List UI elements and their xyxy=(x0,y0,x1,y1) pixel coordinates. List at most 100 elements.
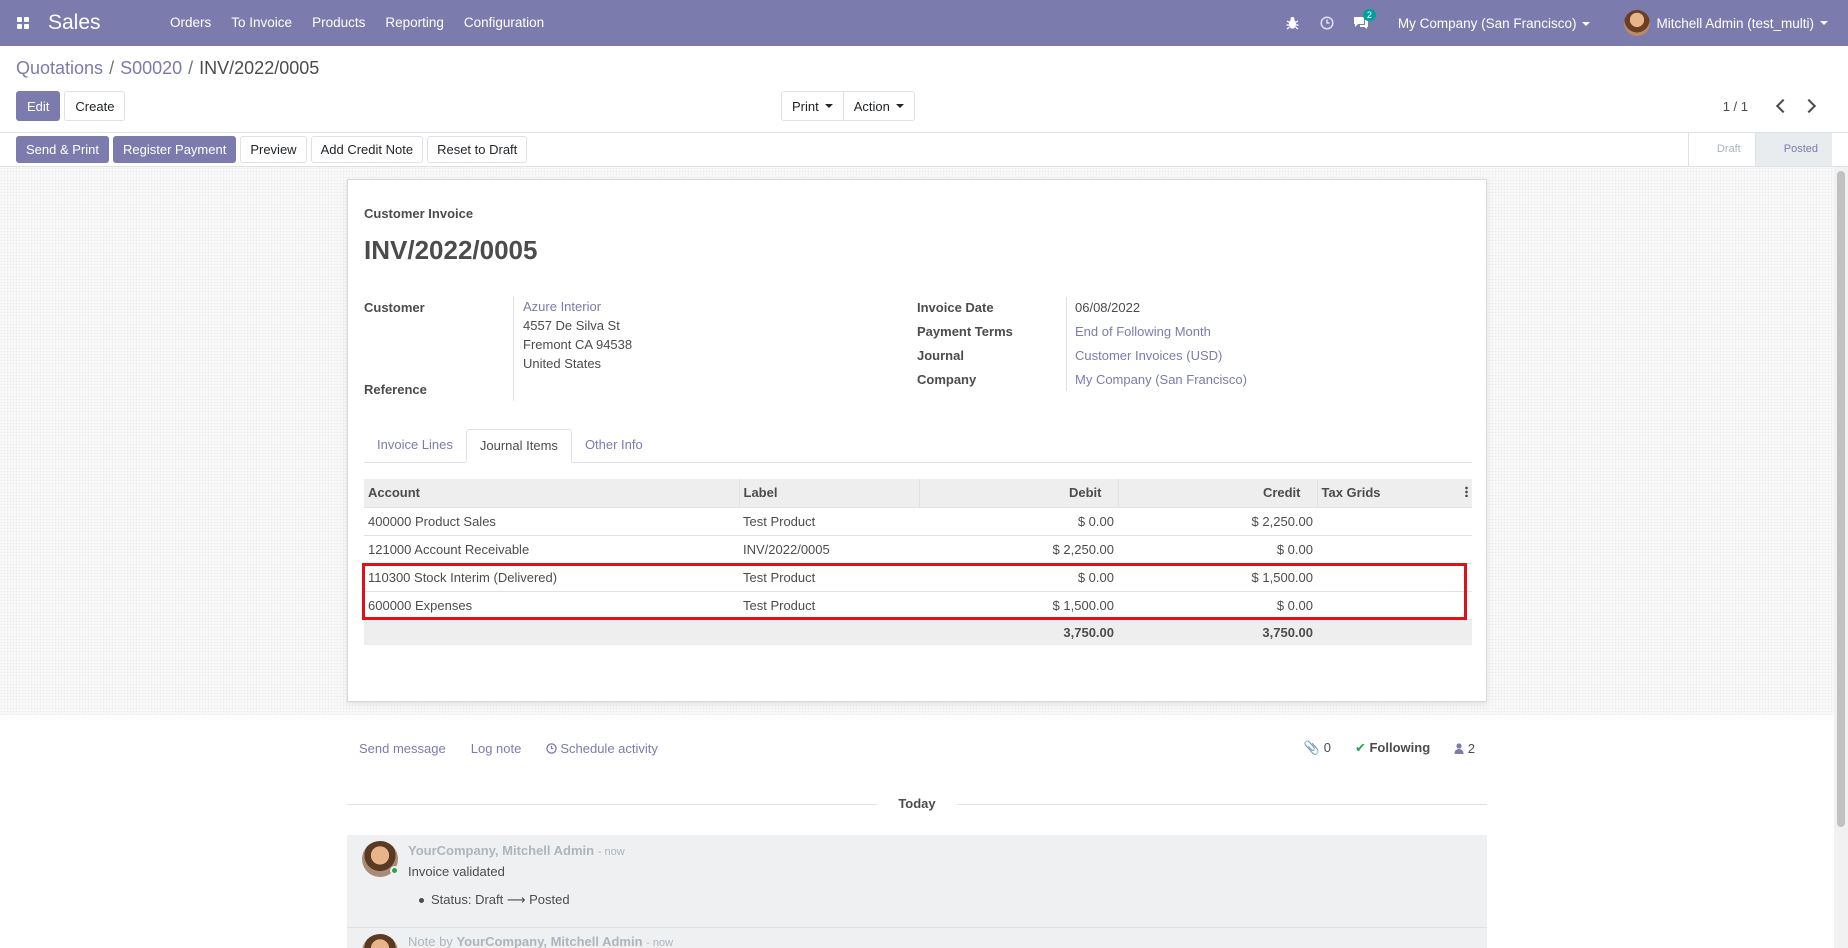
edit-button[interactable]: Edit xyxy=(16,91,61,121)
author-avatar[interactable] xyxy=(362,934,398,948)
breadcrumb-order[interactable]: S00020 xyxy=(120,58,182,78)
note-prefix: Note by xyxy=(408,934,453,948)
following-button[interactable]: ✔ Following xyxy=(1355,740,1430,756)
table-row[interactable]: 600000 Expenses Test Product $ 1,500.00 … xyxy=(364,590,1472,619)
chevron-right-icon[interactable] xyxy=(1801,98,1817,114)
company-value[interactable]: My Company (San Francisco) xyxy=(1075,372,1247,387)
cell-debit: $ 1,500.00 xyxy=(919,590,1118,619)
optional-columns-icon[interactable] xyxy=(1465,486,1468,498)
apps-icon[interactable] xyxy=(0,0,46,46)
preview-button[interactable]: Preview xyxy=(240,136,307,163)
create-button[interactable]: Create xyxy=(64,91,126,121)
total-credit: 3,750.00 xyxy=(1118,618,1317,645)
customer-link[interactable]: Azure Interior xyxy=(523,299,601,314)
cell-credit: $ 0.00 xyxy=(1118,534,1317,563)
scrollbar[interactable] xyxy=(1834,167,1848,948)
header-tax-grids-label: Tax Grids xyxy=(1321,485,1381,501)
cell-debit: $ 0.00 xyxy=(919,562,1118,591)
following-label: Following xyxy=(1369,740,1431,755)
menu-reporting[interactable]: Reporting xyxy=(375,0,454,46)
tracking-value: Status: Draft ⟶ Posted xyxy=(419,892,570,907)
caret-down-icon xyxy=(1820,21,1828,25)
breadcrumb-separator: / xyxy=(109,58,115,78)
navbar-systray: 2 My Company (San Francisco) Mitchell Ad… xyxy=(1276,0,1848,46)
payment-terms-value[interactable]: End of Following Month xyxy=(1075,324,1211,339)
cell-label: Test Product xyxy=(739,506,919,535)
chatter-message: YourCompany, Mitchell Admin - now Invoic… xyxy=(347,835,1487,927)
action-dropdown[interactable]: Action xyxy=(843,91,915,121)
cell-credit: $ 0.00 xyxy=(1118,590,1317,619)
date-separator: Today xyxy=(347,796,1487,812)
stage-draft: Draft xyxy=(1687,133,1755,166)
attachments-button[interactable]: 📎 0 xyxy=(1304,740,1331,756)
chat-icon[interactable]: 2 xyxy=(1344,0,1378,46)
table-footer-totals: 3,750.00 3,750.00 xyxy=(364,618,1472,645)
followers-button[interactable]: 2 xyxy=(1454,741,1475,756)
cell-credit: $ 2,250.00 xyxy=(1118,506,1317,535)
user-menu[interactable]: Mitchell Admin (test_multi) xyxy=(1604,10,1828,36)
statusbar-buttons: Send & Print Register Payment Preview Ad… xyxy=(16,136,528,163)
register-payment-button[interactable]: Register Payment xyxy=(113,136,237,163)
print-label: Print xyxy=(792,98,819,114)
menu-configuration[interactable]: Configuration xyxy=(454,0,554,46)
footer-empty xyxy=(739,618,919,645)
header-credit[interactable]: Credit xyxy=(1117,479,1317,507)
tab-invoice-lines[interactable]: Invoice Lines xyxy=(364,429,466,463)
print-dropdown[interactable]: Print xyxy=(781,91,844,121)
bug-icon[interactable] xyxy=(1276,0,1310,46)
send-message-button[interactable]: Send message xyxy=(359,741,446,756)
message-time-value: now xyxy=(652,937,674,948)
table-row[interactable]: 400000 Product Sales Test Product $ 0.00… xyxy=(364,506,1472,535)
message-body: Invoice validated xyxy=(408,864,505,879)
table-row[interactable]: 110300 Stock Interim (Delivered) Test Pr… xyxy=(364,562,1472,591)
payment-terms-link[interactable]: End of Following Month xyxy=(1075,322,1211,341)
cell-tax-grids xyxy=(1317,590,1472,619)
field-separator xyxy=(513,297,514,401)
pager-value[interactable]: 1 / 1 xyxy=(1723,99,1748,114)
scrollbar-thumb[interactable] xyxy=(1837,171,1845,827)
message-author: YourCompany, Mitchell Admin - now xyxy=(408,843,625,858)
menu-to-invoice[interactable]: To Invoice xyxy=(221,0,302,46)
tab-journal-items[interactable]: Journal Items xyxy=(465,429,572,463)
add-credit-note-button[interactable]: Add Credit Note xyxy=(310,136,424,163)
status-stages: Draft Posted xyxy=(1687,133,1832,166)
table-header: Account Label Debit Credit Tax Grids xyxy=(364,479,1472,507)
address-line2: Fremont CA 94538 xyxy=(523,337,633,352)
notebook-tabs: Invoice Lines Journal Items Other Info xyxy=(364,429,1472,463)
author-avatar[interactable] xyxy=(362,841,399,877)
menu-products[interactable]: Products xyxy=(302,0,375,46)
cell-debit: $ 0.00 xyxy=(919,506,1118,535)
footer-empty xyxy=(364,618,739,645)
company-switcher[interactable]: My Company (San Francisco) xyxy=(1378,16,1605,31)
company-label: Company xyxy=(917,372,977,387)
breadcrumb-quotations[interactable]: Quotations xyxy=(16,58,103,78)
clock-icon[interactable] xyxy=(1310,0,1344,46)
message-time: - now xyxy=(646,937,674,948)
action-menus: Print Action xyxy=(781,91,915,121)
messages-badge: 2 xyxy=(1362,9,1376,21)
schedule-activity-button[interactable]: Schedule activity xyxy=(546,741,658,756)
header-debit[interactable]: Debit xyxy=(918,479,1118,507)
message-author-name[interactable]: YourCompany, Mitchell Admin xyxy=(408,843,594,858)
menu-orders[interactable]: Orders xyxy=(160,0,221,46)
company-link[interactable]: My Company (San Francisco) xyxy=(1075,370,1247,389)
table-row[interactable]: 121000 Account Receivable INV/2022/0005 … xyxy=(364,534,1472,563)
chevron-left-icon[interactable] xyxy=(1775,98,1791,114)
header-label[interactable]: Label xyxy=(738,479,919,507)
send-print-button[interactable]: Send & Print xyxy=(16,136,109,163)
invoice-number: INV/2022/0005 xyxy=(364,235,538,265)
journal-value[interactable]: Customer Invoices (USD) xyxy=(1075,348,1222,363)
journal-link[interactable]: Customer Invoices (USD) xyxy=(1075,346,1222,365)
check-icon: ✔ xyxy=(1354,740,1366,755)
app-brand[interactable]: Sales xyxy=(48,11,160,35)
breadcrumb: Quotations / S00020/INV/2022/0005 xyxy=(16,58,319,79)
message-time: - now xyxy=(597,846,625,858)
message-author-name[interactable]: YourCompany, Mitchell Admin xyxy=(456,934,642,948)
header-tax-grids[interactable]: Tax Grids xyxy=(1316,479,1472,507)
header-account[interactable]: Account xyxy=(364,479,739,507)
schedule-activity-label: Schedule activity xyxy=(560,740,658,756)
reset-to-draft-button[interactable]: Reset to Draft xyxy=(427,136,528,163)
tab-other-info[interactable]: Other Info xyxy=(572,429,656,463)
log-note-button[interactable]: Log note xyxy=(471,741,522,756)
total-debit: 3,750.00 xyxy=(919,618,1118,645)
